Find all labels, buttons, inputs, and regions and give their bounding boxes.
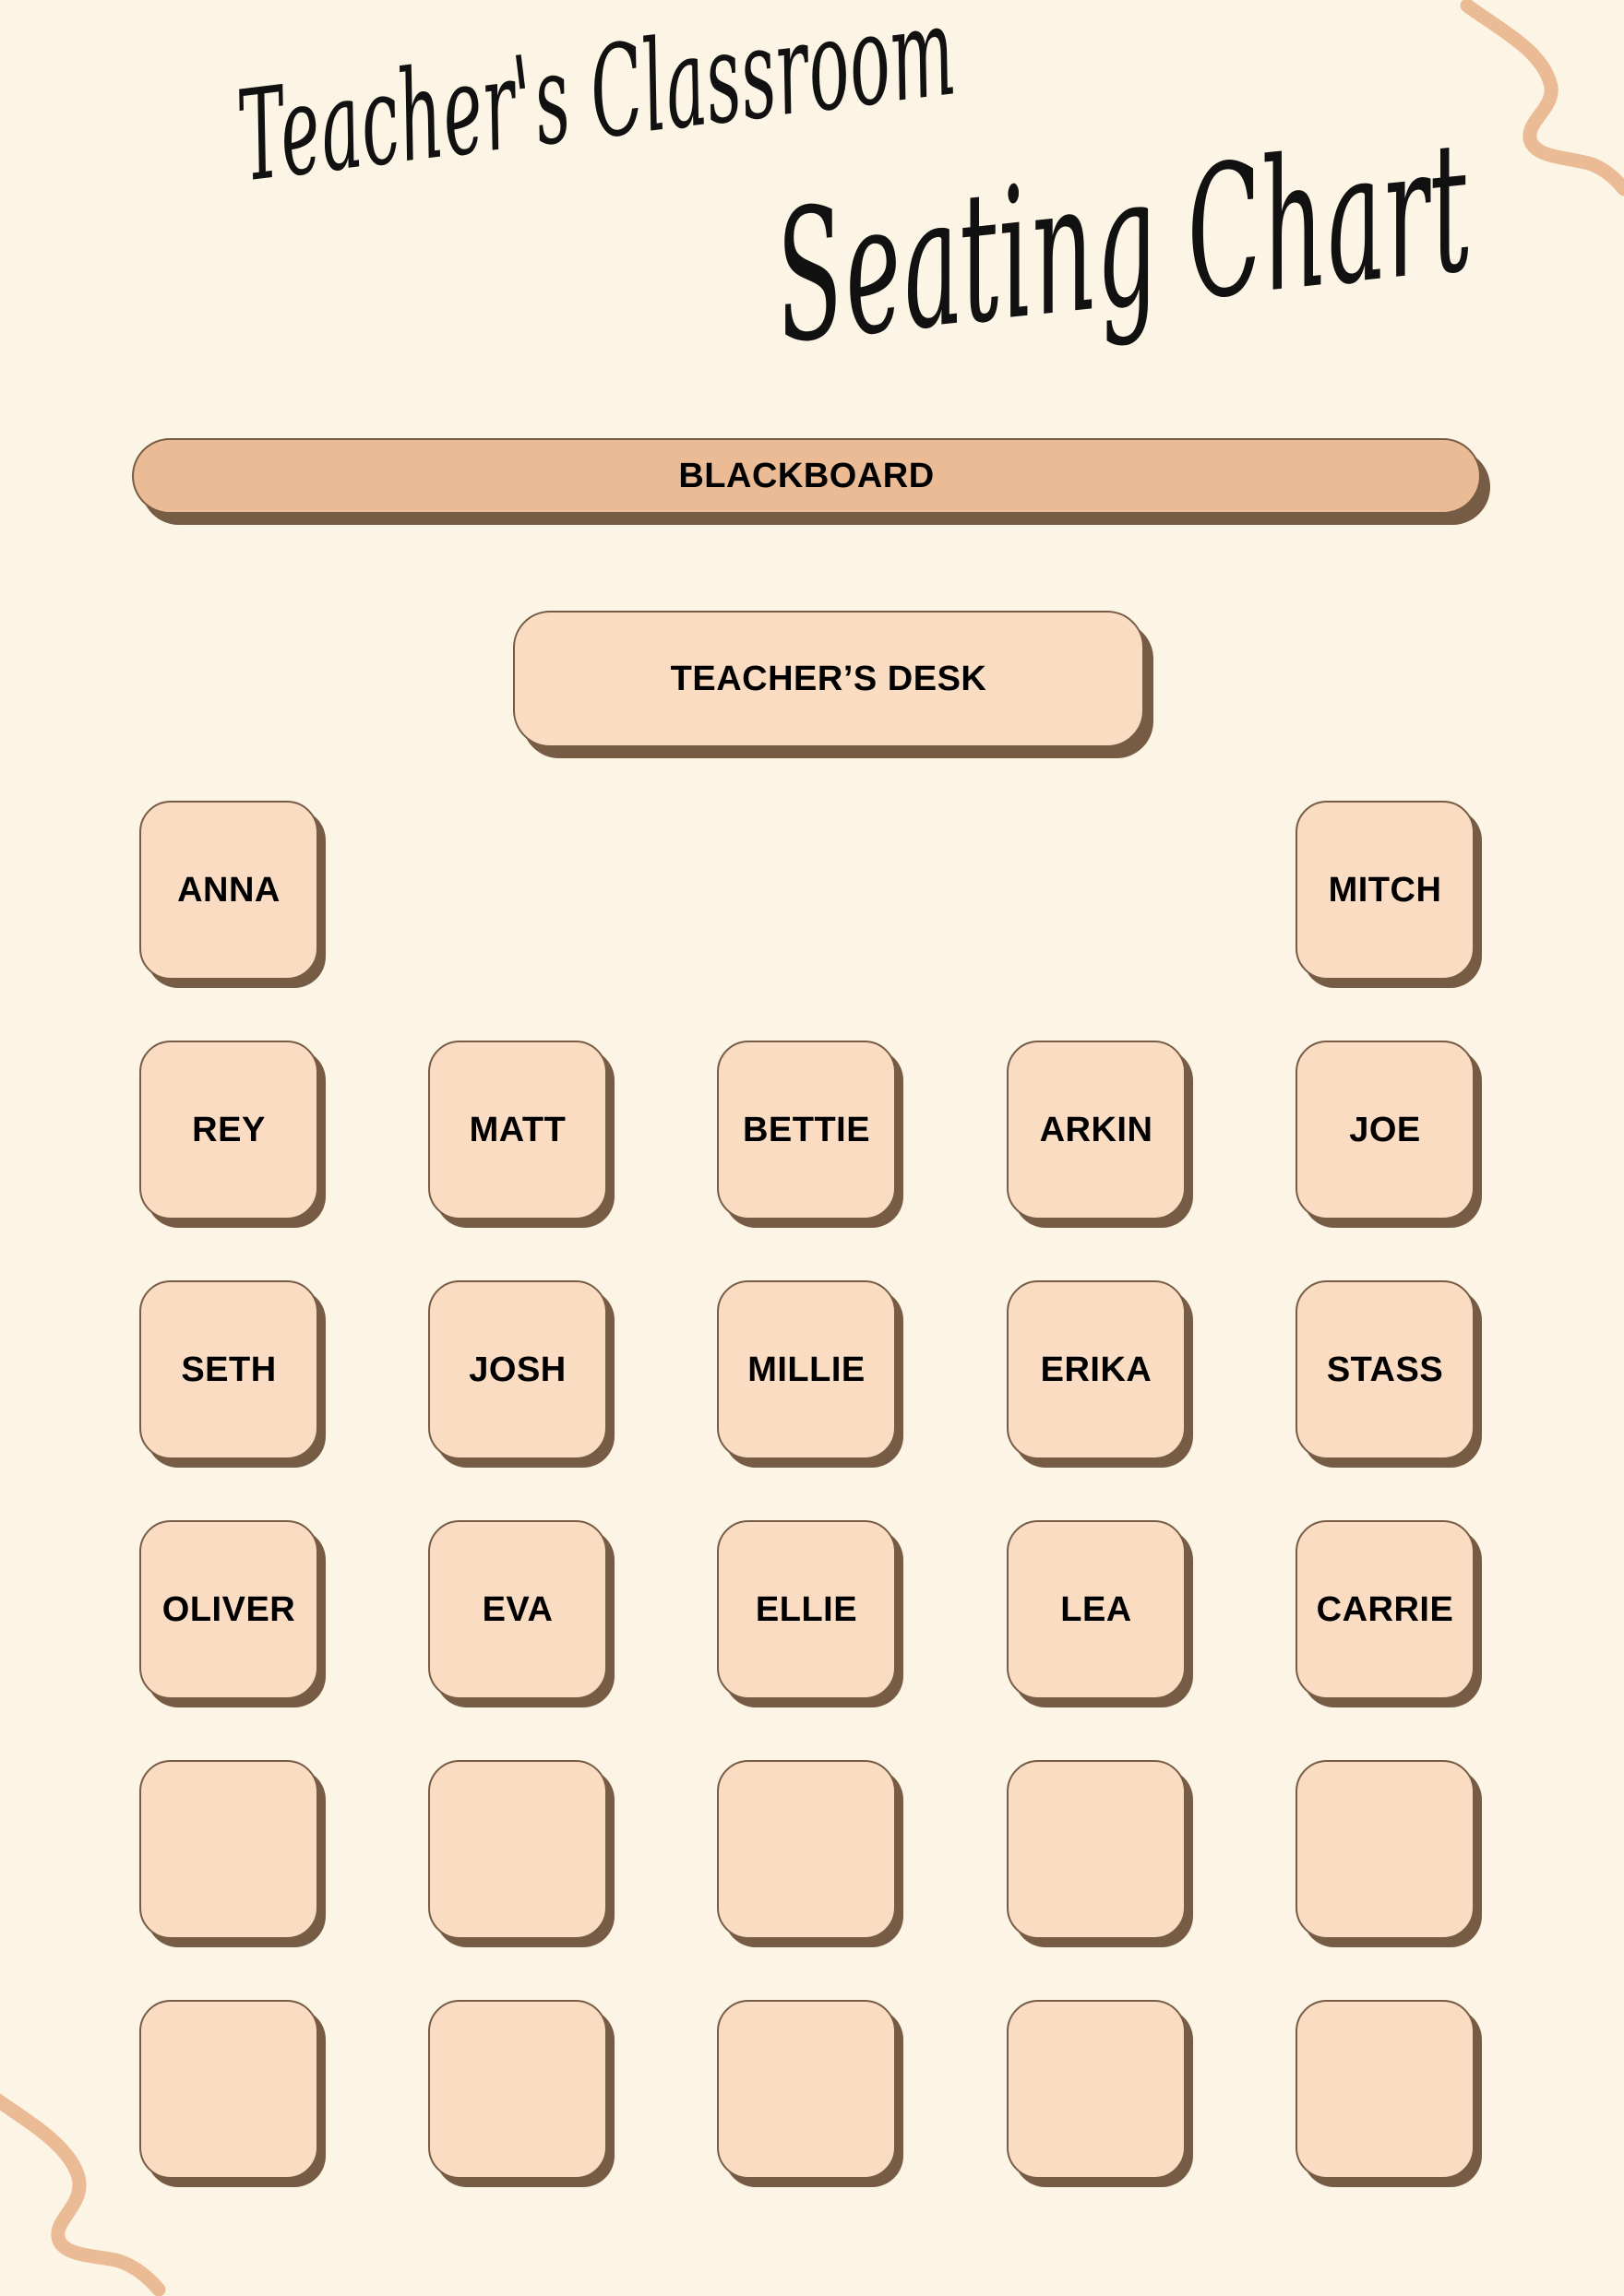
seat-label: ERIKA [1040,1350,1152,1389]
seat-label: JOSH [469,1350,567,1389]
seat-lea[interactable]: LEA [1007,1520,1186,1699]
seat-empty[interactable] [717,1760,896,1939]
seat-empty[interactable] [428,1760,607,1939]
seat-empty[interactable] [717,2000,896,2179]
seat-label: MATT [469,1110,567,1149]
seat-joe[interactable]: JOE [1296,1041,1475,1219]
seat-empty[interactable] [428,2000,607,2179]
seat-label: REY [192,1110,266,1149]
seat-mitch[interactable]: MITCH [1296,801,1475,980]
seat-label: JOE [1349,1110,1421,1149]
seat-label: BETTIE [742,1110,871,1149]
seat-empty[interactable] [1007,1760,1186,1939]
seat-label: STASS [1326,1350,1444,1389]
title-line-2: Seating Chart [766,102,1481,385]
seat-label: ANNA [177,870,281,910]
seat-empty[interactable] [139,1760,318,1939]
seat-empty[interactable] [1296,1760,1475,1939]
seat-josh[interactable]: JOSH [428,1280,607,1459]
seat-label: EVA [482,1589,554,1629]
seat-carrie[interactable]: CARRIE [1296,1520,1475,1699]
seat-empty[interactable] [1296,2000,1475,2179]
seat-erika[interactable]: ERIKA [1007,1280,1186,1459]
seat-ellie[interactable]: ELLIE [717,1520,896,1699]
seat-stass[interactable]: STASS [1296,1280,1475,1459]
seat-millie[interactable]: MILLIE [717,1280,896,1459]
seat-seth[interactable]: SETH [139,1280,318,1459]
seat-eva[interactable]: EVA [428,1520,607,1699]
seat-empty[interactable] [1007,2000,1186,2179]
teacher-desk[interactable]: TEACHER’S DESK [513,611,1144,747]
teacher-desk-label: TEACHER’S DESK [670,659,987,698]
seat-empty[interactable] [139,2000,318,2179]
seat-label: ARKIN [1039,1110,1153,1149]
seat-matt[interactable]: MATT [428,1041,607,1219]
seat-label: MILLIE [747,1350,866,1389]
seat-anna[interactable]: ANNA [139,801,318,980]
seat-bettie[interactable]: BETTIE [717,1041,896,1219]
seat-label: MITCH [1328,870,1442,910]
seat-label: LEA [1060,1589,1132,1629]
blackboard-label: BLACKBOARD [678,456,935,495]
seat-oliver[interactable]: OLIVER [139,1520,318,1699]
seat-label: ELLIE [755,1589,858,1629]
seat-label: CARRIE [1316,1589,1454,1629]
seat-rey[interactable]: REY [139,1041,318,1219]
seat-label: SETH [181,1350,277,1389]
seat-arkin[interactable]: ARKIN [1007,1041,1186,1219]
seat-label: OLIVER [161,1589,296,1629]
blackboard: BLACKBOARD [132,438,1481,514]
